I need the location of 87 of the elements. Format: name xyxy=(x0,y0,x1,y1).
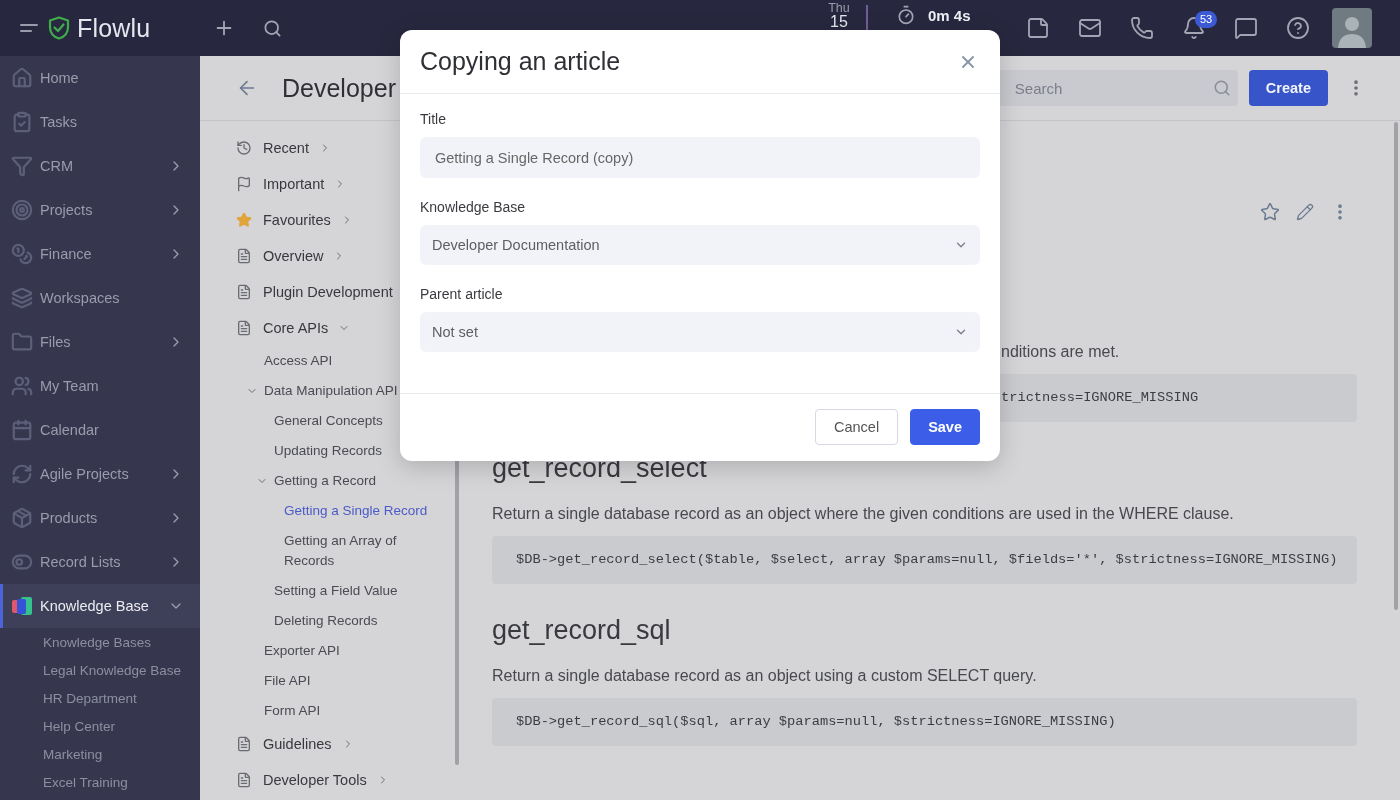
nav-subitem[interactable]: Legal Knowledge Base xyxy=(0,656,200,684)
nav-item[interactable]: CRM xyxy=(0,144,200,188)
folder-icon xyxy=(11,331,33,353)
paragraph: Return a single database record as an object using a custom SELECT query. xyxy=(492,666,1038,686)
calendar-icon xyxy=(11,419,33,441)
tree-item[interactable]: Getting a Single Record xyxy=(200,496,455,526)
save-button[interactable]: Save xyxy=(910,409,980,445)
select-field[interactable]: Developer Documentation xyxy=(420,225,980,265)
nav-item[interactable]: Agile Projects xyxy=(0,452,200,496)
tree-item[interactable]: Setting a Field Value xyxy=(200,576,455,606)
document-icon xyxy=(236,320,252,336)
weekday-label: Thu xyxy=(828,2,850,15)
help-icon[interactable] xyxy=(1286,16,1310,40)
pencil-icon[interactable] xyxy=(1296,203,1314,221)
stopwatch-icon[interactable] xyxy=(896,5,916,25)
tree-item[interactable]: Getting a Record xyxy=(200,466,455,496)
scrollbar-thumb[interactable] xyxy=(1394,122,1398,610)
document-icon xyxy=(236,736,252,752)
nav-subitem[interactable]: Marketing xyxy=(0,740,200,768)
text-input[interactable]: Getting a Single Record (copy) xyxy=(420,137,980,178)
document-icon xyxy=(236,248,252,264)
nav-item[interactable]: Home xyxy=(0,56,200,100)
users-icon xyxy=(11,375,33,397)
stacked-cards-icon xyxy=(11,595,33,617)
nav-subitem[interactable]: Help Center xyxy=(0,712,200,740)
nav-item[interactable]: My Team xyxy=(0,364,200,408)
tree-item[interactable]: Guidelines xyxy=(200,726,455,762)
tree-item[interactable]: File API xyxy=(200,666,455,696)
star-icon[interactable] xyxy=(1260,202,1280,222)
star-icon xyxy=(236,212,252,228)
page-title: Developer xyxy=(282,73,396,103)
tree-item[interactable]: Data Manipulation API xyxy=(200,376,455,406)
chat-icon[interactable] xyxy=(1234,16,1258,40)
mail-icon[interactable] xyxy=(1078,16,1102,40)
document-icon xyxy=(236,772,252,788)
history-icon xyxy=(236,140,252,156)
field-label: Parent article xyxy=(420,285,504,303)
search-icon[interactable] xyxy=(263,18,282,38)
cancel-button[interactable]: Cancel xyxy=(815,409,899,445)
tree-item[interactable]: Developer Tools xyxy=(200,762,455,798)
dialog-title: Copying an article xyxy=(420,47,622,76)
funnel-icon xyxy=(11,155,33,177)
refresh-icon xyxy=(11,463,33,485)
nav-item[interactable]: Knowledge Base xyxy=(0,584,200,628)
tree-item[interactable]: Exporter API xyxy=(200,636,455,666)
nav-item[interactable]: Projects xyxy=(0,188,200,232)
paragraph: nditions are met. xyxy=(1000,342,1121,362)
nav-item[interactable]: Record Lists xyxy=(0,540,200,584)
phone-icon[interactable] xyxy=(1130,16,1154,40)
note-icon[interactable] xyxy=(1026,16,1050,40)
nav-subitem[interactable]: Knowledge Bases xyxy=(0,628,200,656)
tree-item[interactable]: Form API xyxy=(200,696,455,726)
section-heading: get_record_select xyxy=(492,453,708,483)
timer-reading: 0m 4s xyxy=(928,7,972,25)
search-field[interactable]: Search xyxy=(997,70,1238,106)
avatar-placeholder[interactable] xyxy=(1332,8,1372,48)
create-button[interactable]: Create xyxy=(1248,70,1328,106)
clipboard-icon xyxy=(11,111,33,133)
section-heading: get_record_sql xyxy=(492,615,672,645)
paragraph: Return a single database record as an object where the given conditions are used in the WHERE clause. xyxy=(492,504,1235,524)
code-block: $DB->get_record_sql($sql, array $params=null, $strictness=IGNORE_MISSING) xyxy=(492,698,1357,746)
nav-item[interactable]: Calendar xyxy=(0,408,200,452)
nav-item[interactable]: Tasks xyxy=(0,100,200,144)
field-label: Title xyxy=(420,110,447,128)
nav-item[interactable]: Finance xyxy=(0,232,200,276)
code-block: $DB->get_record_select($table, $select, array $params=null, $fields='*', $strictness=IGNORE_MISSING) xyxy=(492,536,1357,584)
target-icon xyxy=(11,199,33,221)
flag-icon xyxy=(236,176,252,192)
coins-icon xyxy=(11,243,33,265)
brand-name: Flowlu xyxy=(77,13,151,43)
nav-item[interactable]: Products xyxy=(0,496,200,540)
house-icon xyxy=(11,67,33,89)
layers-icon xyxy=(11,287,33,309)
nav-subitem[interactable]: Excel Training xyxy=(0,768,200,796)
tree-item[interactable]: Deleting Records xyxy=(200,606,455,636)
toggle-icon xyxy=(11,551,33,573)
menu-icon[interactable] xyxy=(20,23,38,33)
nav-item[interactable]: Workspaces xyxy=(0,276,200,320)
select-field[interactable]: Not set xyxy=(420,312,980,352)
tree-item[interactable]: Getting an Array of Records xyxy=(200,526,455,576)
nav-item[interactable]: Files xyxy=(0,320,200,364)
nav-subitem[interactable]: HR Department xyxy=(0,684,200,712)
notification-badge: 53 xyxy=(1195,11,1218,28)
package-icon xyxy=(11,507,33,529)
logo-icon xyxy=(48,16,70,40)
document-icon xyxy=(236,284,252,300)
day-number: 15 xyxy=(830,15,848,29)
